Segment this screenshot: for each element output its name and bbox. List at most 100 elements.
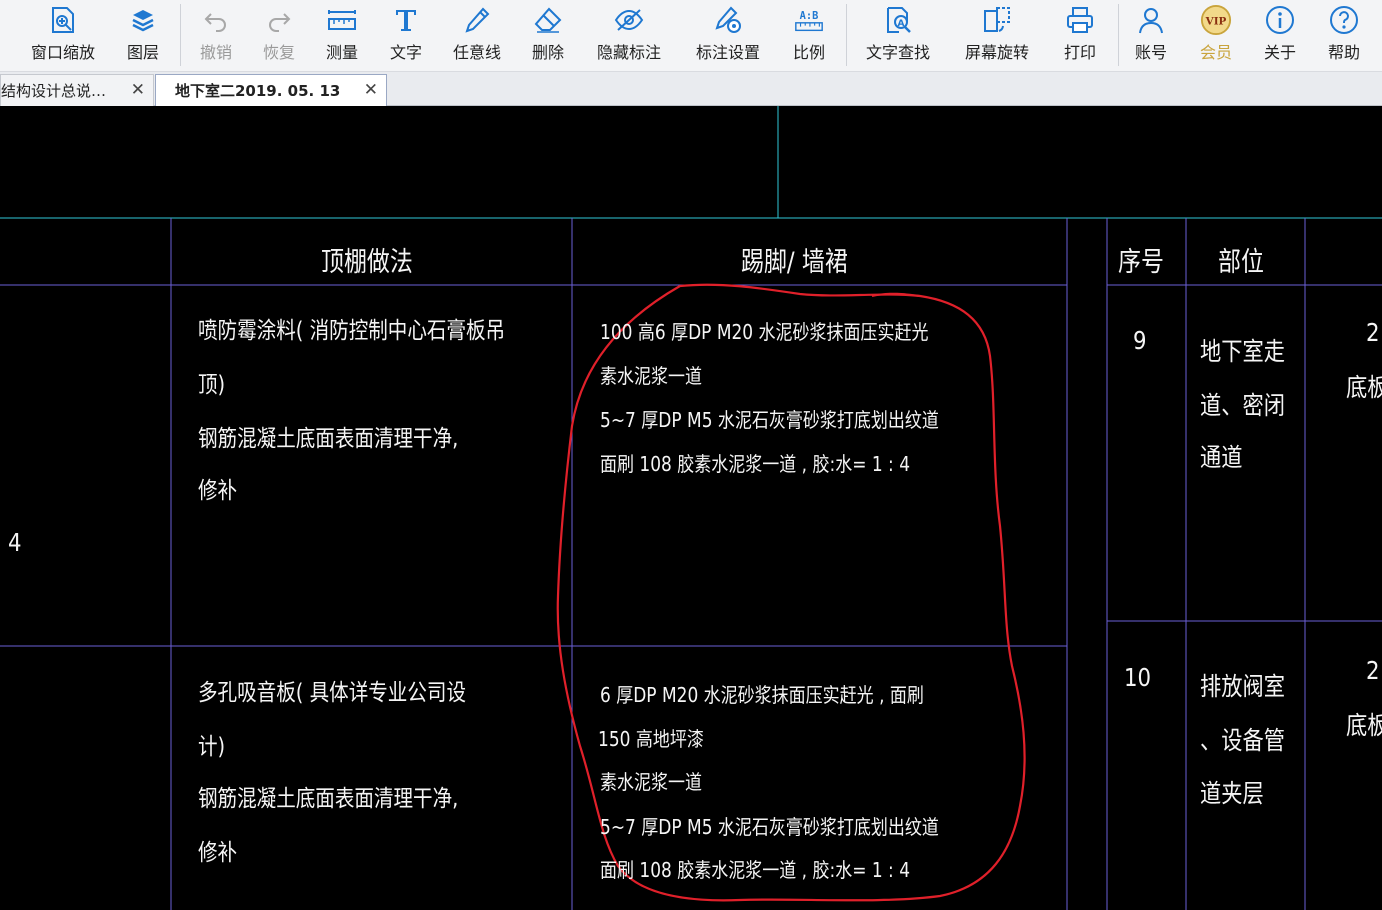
close-icon[interactable]: ✕ xyxy=(364,80,378,100)
header-ceiling: 顶棚做法 xyxy=(321,247,413,278)
row2-right-fragment: 底板 xyxy=(1346,711,1382,740)
hide-annotations-button[interactable]: 隐藏标注 xyxy=(593,0,665,70)
annotation-settings-button[interactable]: 标注设置 xyxy=(692,0,764,70)
print-button[interactable]: 打印 xyxy=(1058,0,1102,70)
rotate-screen-label: 屏幕旋转 xyxy=(964,43,1029,62)
left-row-number: 4 xyxy=(8,528,22,557)
header-skirting: 踢脚/ 墙裙 xyxy=(741,247,848,278)
help-label: 帮助 xyxy=(1327,43,1360,62)
row1-ceiling-line: 修补 xyxy=(198,478,238,504)
header-location: 部位 xyxy=(1218,247,1264,278)
row1-right-fragment: 底板 xyxy=(1346,373,1382,402)
scale-button[interactable]: A:B 比例 xyxy=(787,0,831,70)
layers-label: 图层 xyxy=(126,43,159,62)
eraser-icon xyxy=(532,4,564,36)
row2-skirting-line: 6 厚DP M20 水泥砂浆抹面压实赶光 , 面刷 xyxy=(600,683,924,707)
svg-text:VIP: VIP xyxy=(1205,16,1227,28)
row1-skirting-line: 面刷 108 胶素水泥浆一道 , 胶:水= 1 : 4 xyxy=(600,452,911,476)
tab-structural-design-notes[interactable]: 结构设计总说… ✕ xyxy=(0,74,154,106)
vip-label: 会员 xyxy=(1199,43,1232,62)
header-seq: 序号 xyxy=(1118,247,1164,278)
row1-seq: 9 xyxy=(1133,326,1147,355)
row2-right-fragment: 2 xyxy=(1366,656,1380,685)
document-tab-bar: 结构设计总说… ✕ 地下室二2019. 05. 13 ✕ xyxy=(0,72,1382,106)
vip-button[interactable]: VIP 会员 xyxy=(1194,0,1238,70)
text-search-button[interactable]: A 文字查找 xyxy=(862,0,934,70)
freehand-line-label: 任意线 xyxy=(452,43,501,62)
drawing-canvas[interactable]: 顶棚做法 踢脚/ 墙裙 序号 部位 4 喷防霉涂料( 消防控制中心石膏板吊 顶)… xyxy=(0,106,1382,910)
toolbar: 窗口缩放 图层 撤销 恢复 测量 文字 任意线 删除 隐藏标注 标注设置 A:B… xyxy=(0,0,1382,72)
row2-seq: 10 xyxy=(1124,663,1152,692)
measure-label: 测量 xyxy=(325,43,358,62)
annotation-settings-label: 标注设置 xyxy=(695,43,760,62)
account-label: 账号 xyxy=(1134,43,1167,62)
printer-icon xyxy=(1064,4,1096,36)
text-search-label: 文字查找 xyxy=(865,43,930,62)
delete-button[interactable]: 删除 xyxy=(526,0,570,70)
toolbar-separator xyxy=(846,4,847,66)
row2-ceiling-line: 计) xyxy=(198,734,226,760)
print-label: 打印 xyxy=(1063,43,1096,62)
help-icon xyxy=(1328,4,1360,36)
row2-skirting-line: 素水泥浆一道 xyxy=(600,770,702,794)
layers-icon xyxy=(127,4,159,36)
freehand-line-button[interactable]: 任意线 xyxy=(449,0,505,70)
row1-ceiling-line: 钢筋混凝土底面表面清理干净, xyxy=(198,426,459,452)
ruler-icon xyxy=(326,4,358,36)
svg-text:A:B: A:B xyxy=(800,10,819,22)
text-search-icon: A xyxy=(882,4,914,36)
row1-location-line: 通道 xyxy=(1200,443,1243,472)
pen-icon xyxy=(461,4,493,36)
about-label: 关于 xyxy=(1263,43,1296,62)
row2-location-line: 道夹层 xyxy=(1200,779,1264,808)
row2-location-line: 、设备管 xyxy=(1200,726,1286,755)
redo-label: 恢复 xyxy=(262,43,295,62)
row2-skirting-line: 面刷 108 胶素水泥浆一道 , 胶:水= 1 : 4 xyxy=(600,858,911,882)
row2-skirting-line: 5~7 厚DP M5 水泥石灰膏砂浆打底划出纹道 xyxy=(600,815,939,839)
row2-location-line: 排放阀室 xyxy=(1200,672,1286,701)
row1-right-fragment: 2 xyxy=(1366,318,1380,347)
layers-button[interactable]: 图层 xyxy=(120,0,166,70)
tab-label: 地下室二2019. 05. 13 xyxy=(175,82,341,100)
row1-ceiling-line: 喷防霉涂料( 消防控制中心石膏板吊 xyxy=(198,318,506,344)
text-button[interactable]: 文字 xyxy=(384,0,428,70)
zoom-window-button[interactable]: 窗口缩放 xyxy=(25,0,101,70)
row1-skirting-line: 100 高6 厚DP M20 水泥砂浆抹面压实赶光 xyxy=(600,320,929,344)
text-icon xyxy=(390,4,422,36)
row1-skirting-line: 5~7 厚DP M5 水泥石灰膏砂浆打底划出纹道 xyxy=(600,408,939,432)
eye-off-icon xyxy=(613,4,645,36)
row2-ceiling-line: 多孔吸音板( 具体详专业公司设 xyxy=(198,680,467,706)
account-button[interactable]: 账号 xyxy=(1129,0,1173,70)
delete-label: 删除 xyxy=(531,43,564,62)
help-button[interactable]: 帮助 xyxy=(1322,0,1366,70)
toolbar-separator xyxy=(180,4,181,66)
rotate-screen-button[interactable]: 屏幕旋转 xyxy=(961,0,1033,70)
zoom-window-label: 窗口缩放 xyxy=(30,43,95,62)
annotation-settings-icon xyxy=(712,4,744,36)
zoom-window-icon xyxy=(47,4,79,36)
scale-ratio-icon: A:B xyxy=(793,4,825,36)
user-icon xyxy=(1135,4,1167,36)
row2-ceiling-line: 钢筋混凝土底面表面清理干净, xyxy=(198,786,459,812)
row1-location-line: 道、密闭 xyxy=(1200,391,1286,420)
hide-annotations-label: 隐藏标注 xyxy=(596,43,661,62)
scale-label: 比例 xyxy=(792,43,825,62)
tab-basement-2[interactable]: 地下室二2019. 05. 13 ✕ xyxy=(155,74,387,106)
rotate-screen-icon xyxy=(981,4,1013,36)
redo-icon xyxy=(263,4,295,36)
text-label: 文字 xyxy=(389,43,422,62)
row2-skirting-line: 150 高地坪漆 xyxy=(598,727,704,751)
undo-button[interactable]: 撤销 xyxy=(194,0,238,70)
vip-badge-icon: VIP xyxy=(1200,4,1232,36)
row2-ceiling-line: 修补 xyxy=(198,840,238,866)
info-icon xyxy=(1264,4,1296,36)
row1-skirting-line: 素水泥浆一道 xyxy=(600,364,702,388)
measure-button[interactable]: 测量 xyxy=(320,0,364,70)
toolbar-separator xyxy=(1118,4,1119,66)
redo-button[interactable]: 恢复 xyxy=(257,0,301,70)
close-icon[interactable]: ✕ xyxy=(131,80,145,100)
svg-text:A: A xyxy=(898,19,905,29)
tab-label: 结构设计总说… xyxy=(1,82,107,100)
about-button[interactable]: 关于 xyxy=(1258,0,1302,70)
row1-location-line: 地下室走 xyxy=(1200,337,1286,366)
